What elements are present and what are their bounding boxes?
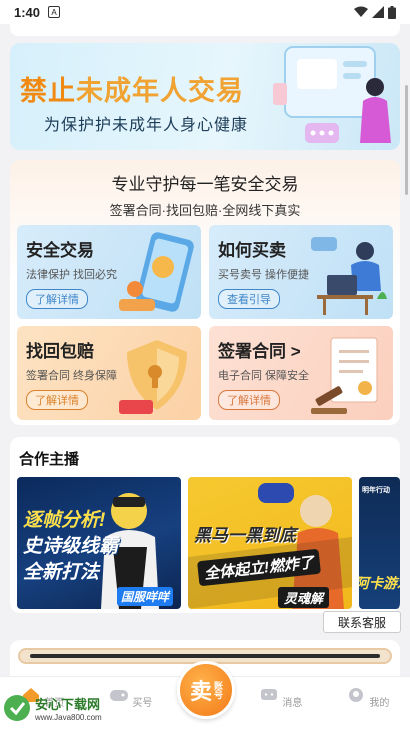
streamer-tag: 阿卡游戏: [359, 575, 400, 591]
tile-desc: 签署合同 终身保障: [26, 370, 118, 382]
view-guide-button[interactable]: 查看引导: [218, 289, 280, 309]
tab-profile[interactable]: 我的: [337, 687, 397, 709]
battery-icon: [388, 5, 396, 19]
streamer-card[interactable]: 逐帧分析! 史诗级线霸 全新打法 国服咩咩: [17, 477, 181, 609]
learn-more-button[interactable]: 了解详情: [218, 390, 280, 410]
minor-protection-banner[interactable]: 禁止未成年人交易 为保护护未成年人身心健康: [10, 43, 400, 150]
streamer-line: 史诗级线霸: [23, 536, 119, 557]
scrollbar[interactable]: [405, 85, 408, 195]
banner-title: 禁止未成年人交易: [20, 76, 244, 106]
tab-label: 买号: [132, 698, 153, 709]
chat-icon: [260, 689, 277, 700]
status-time: 1:40: [14, 4, 41, 20]
contact-service-button[interactable]: 联系客服: [323, 611, 401, 633]
tile-title: 安全交易: [26, 241, 94, 260]
watermark-name: 安心下载网: [35, 697, 101, 712]
banner-subtitle: 为保护护未成年人身心健康: [44, 117, 249, 134]
safe-section-subheading: 签署合同·找回包赔·全网线下真实: [109, 203, 301, 218]
sell-sublabel: 账号: [213, 681, 223, 699]
wifi-icon: [354, 6, 368, 17]
person-laptop-icon: [311, 237, 387, 315]
shield-lock-icon: [119, 340, 187, 414]
streamer-tag: 灵魂解: [278, 587, 330, 608]
streamer-tag: 国服咩咩: [117, 587, 174, 606]
watermark-url: www.Java800.com: [35, 713, 102, 722]
contract-gavel-icon: [311, 337, 378, 414]
streamer-line: 逐帧分析!: [23, 510, 106, 531]
banner-illustration: [273, 46, 391, 143]
tab-label: 消息: [282, 698, 303, 709]
tile-desc: 电子合同 保障安全: [218, 370, 310, 382]
watermark-logo-icon: [4, 695, 30, 721]
streamer-card[interactable]: 黑马一黑到底 全体起立!燃炸了 灵魂解: [188, 477, 352, 609]
tile-title: 找回包赔: [26, 342, 94, 361]
streamer-line: 黑马一黑到底: [194, 526, 296, 545]
streamer-card[interactable]: 明年行动 阿卡游戏: [359, 477, 400, 609]
signal-icon: [372, 6, 384, 18]
profile-icon: [348, 688, 363, 702]
status-bar: 1:40 A: [0, 0, 410, 24]
sell-account-button[interactable]: 卖 账号: [177, 661, 235, 719]
streamer-line: 全新打法: [23, 562, 100, 583]
tab-label: 我的: [369, 698, 390, 709]
sell-label: 卖: [189, 679, 212, 704]
learn-more-button[interactable]: 了解详情: [26, 390, 88, 410]
learn-more-button[interactable]: 了解详情: [26, 289, 88, 309]
partner-streamers-section: 合作主播 逐帧分析! 史诗级线霸 全新打法 国服咩咩 黑马一黑到底 全体起立!燃…: [10, 437, 400, 613]
phone-coin-icon: [119, 232, 194, 312]
top-card-edge: [10, 24, 400, 36]
watermark: 安心下载网 www.Java800.com: [2, 688, 114, 728]
tile-title: 签署合同 >: [218, 342, 301, 361]
status-icons: [354, 5, 396, 19]
tile-desc: 买号卖号 操作便捷: [218, 269, 310, 281]
tile-safe-trade[interactable]: 安全交易 法律保护 找回必究 了解详情: [17, 225, 201, 319]
notification-icon: A: [48, 6, 61, 18]
tile-recovery-compensation[interactable]: 找回包赔 签署合同 终身保障 了解详情: [17, 326, 201, 420]
safe-section-heading: 专业守护每一笔安全交易: [111, 175, 299, 194]
partners-heading: 合作主播: [19, 451, 80, 468]
streamer-line: 明年行动: [362, 487, 390, 494]
tab-messages[interactable]: 消息: [250, 687, 310, 709]
tile-sign-contract[interactable]: 签署合同 > 电子合同 保障安全 了解详情: [209, 326, 393, 420]
tile-how-to-trade[interactable]: 如何买卖 买号卖号 操作便捷 查看引导: [209, 225, 393, 319]
safe-trade-section: 专业守护每一笔安全交易 签署合同·找回包赔·全网线下真实 安全交易 法律保护 找…: [10, 160, 400, 425]
tile-desc: 法律保护 找回必究: [26, 269, 118, 281]
tile-title: 如何买卖: [218, 241, 286, 260]
